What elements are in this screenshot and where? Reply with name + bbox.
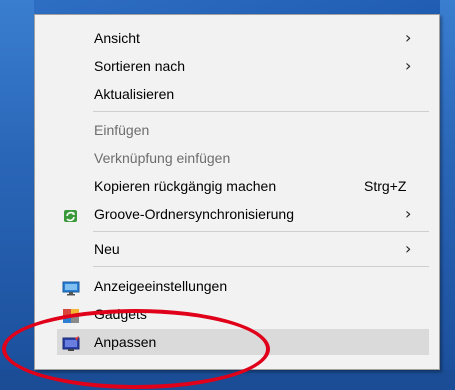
menu-item-label: Gadgets	[94, 306, 147, 322]
menu-item-groove-sync[interactable]: Groove-Ordnersynchronisierung ›	[57, 201, 429, 227]
menu-item-label: Kopieren rückgängig machen	[94, 178, 277, 194]
menu-item-label: Einfügen	[94, 122, 150, 138]
personalize-icon	[62, 334, 80, 351]
chevron-right-icon: ›	[405, 204, 412, 223]
menu-item-label: Neu	[94, 241, 120, 257]
desktop-background-bottom	[0, 370, 455, 390]
menu-separator	[93, 231, 429, 232]
groove-sync-icon	[62, 206, 80, 222]
menu-item-label: Sortieren nach	[94, 58, 186, 74]
desktop-background-left	[0, 0, 34, 390]
desktop-context-menu: Ansicht › Sortieren nach › Aktualisieren…	[34, 14, 440, 370]
menu-item-ansicht[interactable]: Ansicht ›	[57, 25, 429, 51]
menu-separator	[93, 111, 429, 112]
menu-item-verknuepfung-einfuegen[interactable]: Verknüpfung einfügen	[57, 145, 429, 171]
display-settings-icon	[62, 278, 80, 296]
chevron-right-icon: ›	[405, 28, 412, 47]
menu-item-neu[interactable]: Neu ›	[57, 236, 429, 262]
menu-item-gadgets[interactable]: Gadgets	[57, 301, 429, 327]
gadgets-icon	[62, 306, 80, 323]
desktop-background-right	[440, 0, 455, 390]
menu-item-label: Anzeigeeinstellungen	[94, 278, 228, 294]
menu-item-sortieren-nach[interactable]: Sortieren nach ›	[57, 53, 429, 79]
menu-item-label: Anpassen	[94, 334, 157, 350]
menu-item-kopieren-rueckgaengig[interactable]: Kopieren rückgängig machen Strg+Z	[57, 173, 429, 199]
menu-item-anzeigeeinstellungen[interactable]: Anzeigeeinstellungen	[57, 273, 429, 299]
chevron-right-icon: ›	[405, 56, 412, 75]
chevron-right-icon: ›	[405, 239, 412, 258]
menu-item-anpassen[interactable]: Anpassen	[57, 329, 429, 355]
menu-item-aktualisieren[interactable]: Aktualisieren	[57, 81, 429, 107]
menu-item-label: Aktualisieren	[94, 86, 175, 102]
menu-item-label: Ansicht	[94, 30, 140, 46]
menu-item-einfuegen[interactable]: Einfügen	[57, 117, 429, 143]
menu-separator	[93, 266, 429, 267]
keyboard-shortcut: Strg+Z	[364, 178, 407, 194]
menu-item-label: Groove-Ordnersynchronisierung	[94, 206, 294, 222]
menu-item-label: Verknüpfung einfügen	[94, 150, 231, 166]
